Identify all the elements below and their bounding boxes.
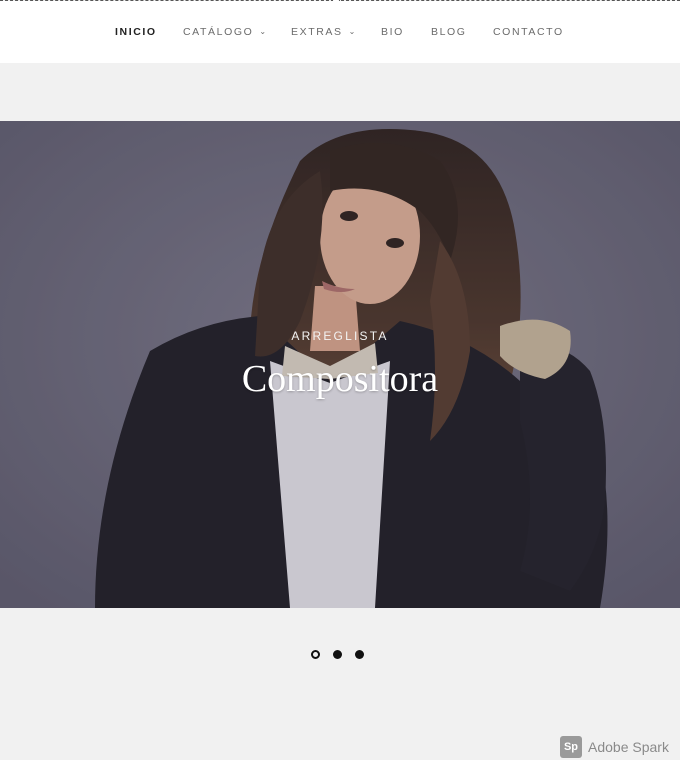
slider-dot-2[interactable] xyxy=(333,650,342,659)
nav-extras-label: EXTRAS xyxy=(291,26,343,38)
nav-inicio-label: INICIO xyxy=(115,26,157,38)
slider-pagination xyxy=(311,650,371,662)
hero-banner: ARREGLISTA Compositora xyxy=(0,121,680,608)
hero-eyebrow: ARREGLISTA xyxy=(291,329,389,343)
nav-inicio[interactable]: INICIO xyxy=(115,26,157,38)
adobe-spark-logo-icon: Sp xyxy=(560,736,582,758)
chevron-down-icon: ⌄ xyxy=(259,27,268,36)
nav-bio-label: BIO xyxy=(381,26,404,38)
hero-headline: Compositora xyxy=(241,358,439,400)
chevron-down-icon: ⌄ xyxy=(348,27,357,36)
nav-catalogo-label: CATÁLOGO xyxy=(183,26,254,38)
main-navigation: INICIO CATÁLOGO ⌄ EXTRAS ⌄ BIO BLOG CONTAC… xyxy=(0,1,680,63)
nav-catalogo[interactable]: CATÁLOGO ⌄ xyxy=(183,26,268,38)
adobe-spark-badge[interactable]: Sp Adobe Spark xyxy=(560,735,680,759)
nav-blog[interactable]: BLOG xyxy=(431,26,467,38)
nav-blog-label: BLOG xyxy=(431,26,467,38)
nav-bio[interactable]: BIO xyxy=(381,26,404,38)
nav-extras[interactable]: EXTRAS ⌄ xyxy=(291,26,357,38)
slider-dot-3[interactable] xyxy=(355,650,364,659)
slider-dot-1[interactable] xyxy=(311,650,320,659)
nav-contacto-label: CONTACTO xyxy=(493,26,564,38)
nav-contacto[interactable]: CONTACTO xyxy=(493,26,564,38)
adobe-spark-label: Adobe Spark xyxy=(588,739,669,755)
